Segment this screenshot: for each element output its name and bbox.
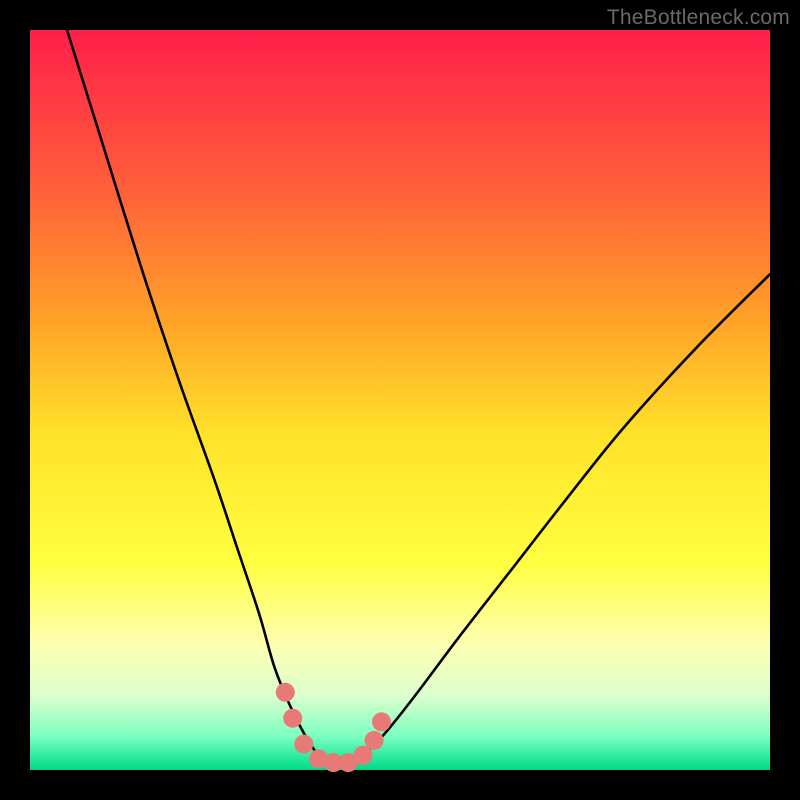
bottleneck-curve [67,30,770,764]
plot-area [30,30,770,770]
highlight-marker [283,709,302,728]
highlight-marker [372,712,391,731]
chart-curves [30,30,770,770]
highlight-marker [365,731,384,750]
highlight-markers [276,683,391,772]
chart-frame: TheBottleneck.com [0,0,800,800]
highlight-marker [294,735,313,754]
watermark-text: TheBottleneck.com [607,6,790,30]
highlight-marker [276,683,295,702]
